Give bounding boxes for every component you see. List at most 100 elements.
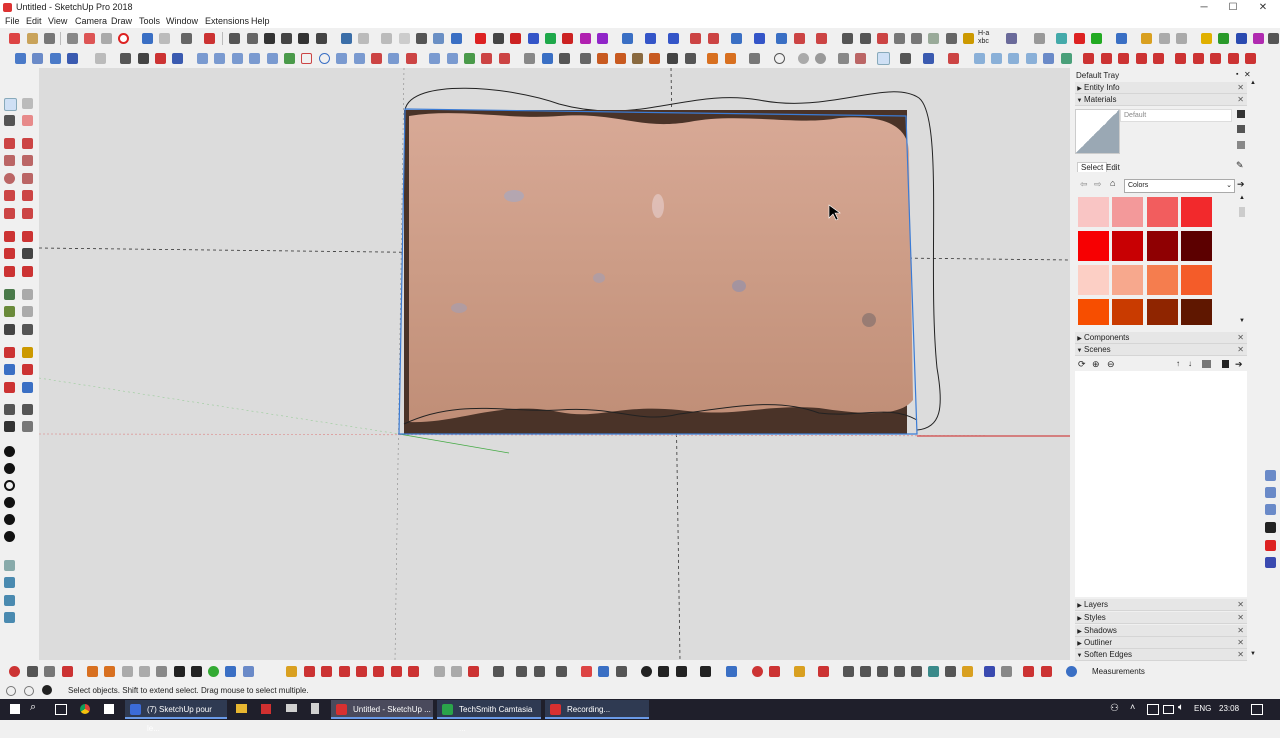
drawing-viewport[interactable] xyxy=(39,68,1070,660)
solid-2-icon[interactable] xyxy=(138,53,149,64)
bottom-tool-7-icon[interactable] xyxy=(122,666,133,677)
windows-start-icon[interactable] xyxy=(10,704,20,714)
camera-front-icon[interactable] xyxy=(264,33,275,44)
monochrome-icon[interactable] xyxy=(433,33,444,44)
swatch-11[interactable] xyxy=(1147,265,1178,295)
zoom-tool-icon[interactable] xyxy=(4,364,15,375)
save-icon[interactable] xyxy=(44,33,55,44)
scale-tool-left-icon[interactable] xyxy=(4,266,15,277)
layers-header[interactable]: ▶ Layers ✕ xyxy=(1075,599,1247,611)
scroll-down-icon[interactable]: ▼ xyxy=(1239,318,1245,324)
tool-arrows-1-icon[interactable] xyxy=(690,33,701,44)
tool-plugin-13-icon[interactable] xyxy=(1268,33,1279,44)
material-name-field[interactable]: Default xyxy=(1120,109,1232,122)
erase-icon[interactable] xyxy=(118,33,129,44)
curve-2-icon[interactable] xyxy=(214,53,225,64)
entity-info-close-icon[interactable]: ✕ xyxy=(1237,82,1244,93)
push-pull-tool-icon[interactable] xyxy=(22,231,33,242)
rotate-tool-icon[interactable] xyxy=(559,53,570,64)
section-2-icon[interactable] xyxy=(32,53,43,64)
pencil-tool-icon[interactable] xyxy=(524,53,535,64)
tray-scroll-up-icon[interactable]: ▲ xyxy=(1250,80,1256,86)
default-material-icon[interactable] xyxy=(1237,141,1245,149)
side-tool-1-icon[interactable] xyxy=(1265,470,1276,481)
shape-5-icon[interactable] xyxy=(948,53,959,64)
tool-box-5-icon[interactable] xyxy=(911,33,922,44)
red-tool-5-icon[interactable] xyxy=(1153,53,1164,64)
geolocation-icon[interactable] xyxy=(6,686,16,696)
taskbar-item-recording[interactable]: Recording... xyxy=(545,700,649,719)
tool-curve-blue-icon[interactable] xyxy=(776,33,787,44)
sphere-2-icon[interactable] xyxy=(815,53,826,64)
network-icon[interactable] xyxy=(1147,704,1159,715)
bottom-tool-47-icon[interactable] xyxy=(928,666,939,677)
zoom-window-tool-icon[interactable] xyxy=(22,364,33,375)
nav-1-icon[interactable] xyxy=(4,560,15,571)
red-tool-10-icon[interactable] xyxy=(1245,53,1256,64)
eraser-tool-icon[interactable] xyxy=(22,115,33,126)
swatch-9[interactable] xyxy=(1078,265,1109,295)
paint-1-icon[interactable] xyxy=(597,53,608,64)
bottom-tool-2-icon[interactable] xyxy=(27,666,38,677)
freehand-tool-icon[interactable] xyxy=(22,138,33,149)
calculator-icon[interactable] xyxy=(311,703,319,714)
bottom-tool-20-icon[interactable] xyxy=(373,666,384,677)
section-4-icon[interactable] xyxy=(67,53,78,64)
mail-icon[interactable] xyxy=(286,704,297,712)
bottom-tool-17-icon[interactable] xyxy=(321,666,332,677)
axis-blue-icon[interactable] xyxy=(528,33,539,44)
warehouse-icon[interactable] xyxy=(95,53,106,64)
tool-arrows-2-icon[interactable] xyxy=(708,33,719,44)
red-tool-1-icon[interactable] xyxy=(1083,53,1094,64)
sphere-1-icon[interactable] xyxy=(798,53,809,64)
bottom-tool-42-icon[interactable] xyxy=(843,666,854,677)
store-icon[interactable] xyxy=(104,704,114,714)
bottom-tool-39-icon[interactable] xyxy=(769,666,780,677)
tool-plugin-3-icon[interactable] xyxy=(1074,33,1085,44)
red-tool-2-icon[interactable] xyxy=(1101,53,1112,64)
add-scene-icon[interactable]: ⊕ xyxy=(1092,359,1100,370)
outliner-close-icon[interactable]: ✕ xyxy=(1237,637,1244,648)
bottom-tool-19-icon[interactable] xyxy=(356,666,367,677)
draw-2-icon[interactable] xyxy=(447,53,458,64)
bottom-tool-23-icon[interactable] xyxy=(434,666,445,677)
bottom-tool-36-icon[interactable] xyxy=(700,666,711,677)
components-header[interactable]: ▶ Components ✕ xyxy=(1075,332,1247,344)
tool-plugin-7-icon[interactable] xyxy=(1159,33,1170,44)
tool-box-6-icon[interactable] xyxy=(928,33,939,44)
notification-icon[interactable] xyxy=(1251,704,1263,715)
tool-box-8-icon[interactable] xyxy=(963,33,974,44)
red-tool-7-icon[interactable] xyxy=(1193,53,1204,64)
forward-arrow-icon[interactable]: ⇨ xyxy=(1094,179,1102,190)
bottom-tool-54-icon[interactable] xyxy=(1066,666,1077,677)
bottom-tool-5-icon[interactable] xyxy=(87,666,98,677)
menu-window[interactable]: Window xyxy=(166,16,198,26)
bottom-tool-13-icon[interactable] xyxy=(225,666,236,677)
rectangle-tool-icon[interactable] xyxy=(4,155,15,166)
materials-close-icon[interactable]: ✕ xyxy=(1237,94,1244,105)
bottom-tool-44-icon[interactable] xyxy=(877,666,888,677)
tool-line-blue-icon[interactable] xyxy=(754,33,765,44)
bottom-tool-52-icon[interactable] xyxy=(1023,666,1034,677)
clock[interactable]: 23:08 xyxy=(1219,704,1239,713)
bottom-tool-14-icon[interactable] xyxy=(243,666,254,677)
zoom-extents-tool-icon[interactable] xyxy=(4,382,15,393)
tray-pin-icon[interactable]: ▪ xyxy=(1236,71,1238,78)
bottom-tool-12-icon[interactable] xyxy=(208,666,219,677)
tape-tool-icon[interactable] xyxy=(542,53,553,64)
circle-outline-icon[interactable] xyxy=(319,53,330,64)
task-view-icon[interactable] xyxy=(55,704,67,715)
tray-chevron-icon[interactable]: ˄ xyxy=(1130,702,1135,712)
tray-close-icon[interactable]: ✕ xyxy=(1244,70,1251,79)
tool-plugin-4-icon[interactable] xyxy=(1091,33,1102,44)
3d-text-tool-icon[interactable] xyxy=(22,324,33,335)
nav-2-icon[interactable] xyxy=(4,577,15,588)
scene-lock-icon[interactable] xyxy=(1222,360,1229,368)
pie-tool-icon[interactable] xyxy=(22,208,33,219)
draw-5-icon[interactable] xyxy=(499,53,510,64)
bottom-tool-22-icon[interactable] xyxy=(408,666,419,677)
look-around-tool-icon[interactable] xyxy=(22,404,33,415)
swatch-7[interactable] xyxy=(1147,231,1178,261)
shape-2-icon[interactable] xyxy=(855,53,866,64)
menu-draw[interactable]: Draw xyxy=(111,16,132,26)
